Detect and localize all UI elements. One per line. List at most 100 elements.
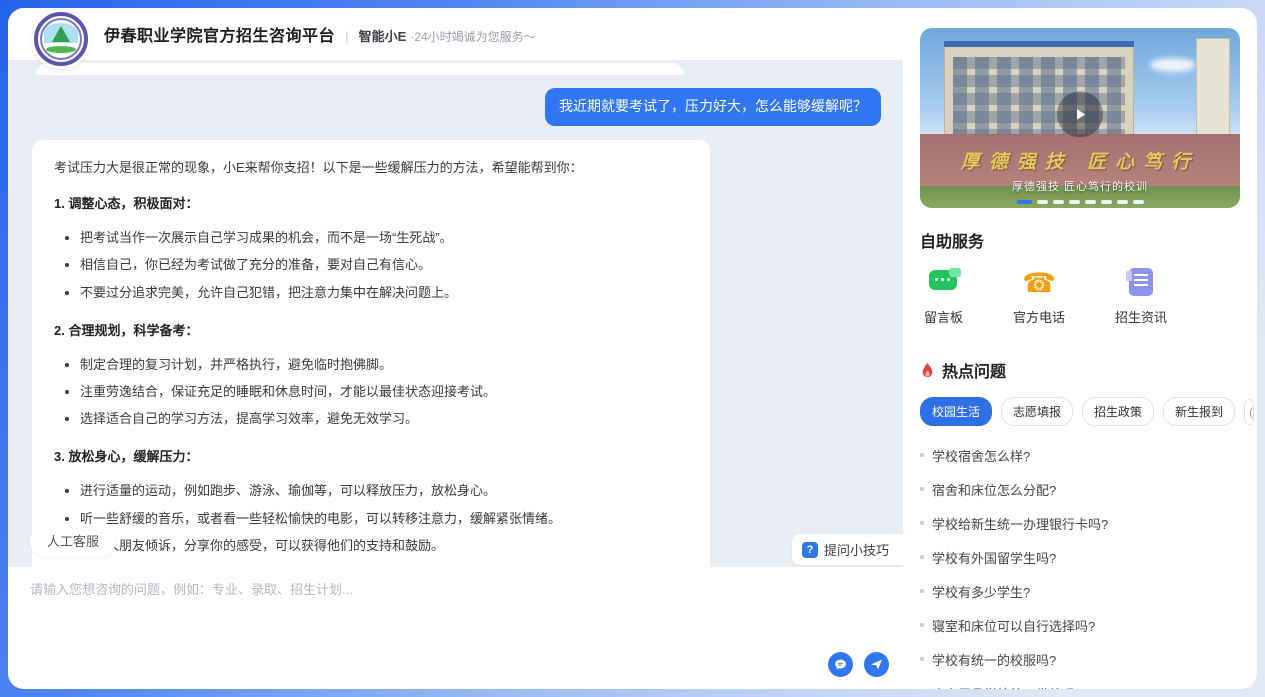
bot-name: 智能小E — [359, 26, 407, 45]
ai-bullet-list: 制定合理的复习计划，并严格执行，避免临时抱佛脚。注重劳逸结合，保证充足的睡眠和休… — [54, 355, 688, 429]
question-text: 床上用品学校统一发放吗? — [932, 684, 1082, 690]
hot-questions-title: 热点问题 — [942, 358, 1006, 382]
question-text: 学校有多少学生? — [932, 582, 1030, 601]
question-tips-button[interactable]: ? 提问小技巧 — [792, 534, 903, 565]
ai-section: 1. 调整心态，积极面对： 把考试当作一次展示自己学习成果的机会，而不是一场“生… — [54, 194, 688, 303]
carousel-dot[interactable] — [1069, 200, 1080, 204]
question-item[interactable]: 学校宿舍怎么样? — [920, 438, 1240, 472]
question-text: 学校宿舍怎么样? — [932, 446, 1030, 465]
ai-section-title: 2. 合理规划，科学备考： — [54, 321, 688, 341]
bullet-dot — [920, 521, 924, 525]
hot-question-tabs: 校园生活志愿填报招生政策新生报到 ( » — [920, 397, 1240, 426]
chat-column: 伊春职业学院官方招生咨询平台 | 智能小E ·24小时竭诚为您服务～ 我近期就要… — [8, 8, 903, 689]
question-item[interactable]: 寝室和床位可以自行选择吗? — [920, 608, 1240, 642]
question-text: 学校有统一的校服吗? — [932, 650, 1056, 669]
service-label: 留言板 — [924, 307, 963, 326]
ai-section: 3. 放松身心，缓解压力： 进行适量的运动，例如跑步、游泳、瑜伽等，可以释放压力… — [54, 447, 688, 556]
carousel-dot[interactable] — [1017, 200, 1032, 204]
service-item[interactable]: ☎ 官方电话 — [1013, 268, 1065, 326]
play-button[interactable] — [1057, 91, 1103, 137]
hot-question-tab[interactable]: 新生报到 — [1163, 397, 1235, 426]
ai-bullet-list: 进行适量的运动，例如跑步、游泳、瑜伽等，可以释放压力，放松身心。听一些舒缓的音乐… — [54, 481, 688, 555]
bullet-dot — [920, 657, 924, 661]
send-button[interactable] — [864, 652, 889, 677]
partial-previous-message — [36, 63, 684, 75]
service-label: 官方电话 — [1013, 307, 1065, 326]
chat-input-area — [8, 567, 903, 689]
question-item[interactable]: 床上用品学校统一发放吗? — [920, 676, 1240, 689]
flame-icon — [920, 362, 935, 379]
paper-plane-icon — [870, 658, 883, 671]
ai-sections: 1. 调整心态，积极面对： 把考试当作一次展示自己学习成果的机会，而不是一场“生… — [54, 194, 688, 567]
chat-mode-button[interactable] — [828, 652, 853, 677]
title-separator: | — [345, 28, 349, 44]
chat-bubble-icon — [834, 658, 847, 671]
question-item[interactable]: 学校有外国留学生吗? — [920, 540, 1240, 574]
service-icon — [927, 268, 961, 298]
school-logo — [34, 12, 88, 66]
ai-section-title: 3. 放松身心，缓解压力： — [54, 447, 688, 467]
question-text: 学校给新生统一办理银行卡吗? — [932, 514, 1108, 533]
carousel-dot[interactable] — [1117, 200, 1128, 204]
question-text: 寝室和床位可以自行选择吗? — [932, 616, 1095, 635]
hot-question-tab[interactable]: 校园生活 — [920, 397, 992, 426]
ai-intro-text: 考试压力大是很正常的现象，小E来帮你支招！以下是一些缓解压力的方法，希望能帮到你… — [54, 158, 688, 178]
ai-bullet: 注重劳逸结合，保证充足的睡眠和休息时间，才能以最佳状态迎接考试。 — [80, 382, 688, 402]
carousel-dot[interactable] — [1133, 200, 1144, 204]
play-icon — [1071, 105, 1089, 123]
ai-bullet: 与家人朋友倾诉，分享你的感受，可以获得他们的支持和鼓励。 — [80, 536, 688, 556]
question-text: 宿舍和床位怎么分配? — [932, 480, 1056, 499]
ai-bullet: 把考试当作一次展示自己学习成果的机会，而不是一场“生死战”。 — [80, 228, 688, 248]
carousel-dots — [920, 200, 1240, 204]
motto-banner-text: 厚德强技 匠心笃行 — [961, 147, 1199, 174]
question-item[interactable]: 学校有统一的校服吗? — [920, 642, 1240, 676]
hot-questions-header: 热点问题 — [920, 358, 1240, 382]
sidebar: 厚德强技 匠心笃行 厚德强技 匠心笃行的校训 自助服务 — [903, 8, 1257, 689]
carousel-dot[interactable] — [1101, 200, 1112, 204]
services-title: 自助服务 — [920, 228, 1240, 252]
carousel-dot[interactable] — [1085, 200, 1096, 204]
campus-building-image — [944, 46, 1134, 146]
ai-section: 2. 合理规划，科学备考： 制定合理的复习计划，并严格执行，避免临时抱佛脚。注重… — [54, 321, 688, 430]
ai-bullet: 进行适量的运动，例如跑步、游泳、瑜伽等，可以释放压力，放松身心。 — [80, 481, 688, 501]
service-icon — [1124, 268, 1158, 298]
chat-input[interactable] — [30, 579, 790, 649]
ai-bullet: 制定合理的复习计划，并严格执行，避免临时抱佛脚。 — [80, 355, 688, 375]
user-message-bubble: 我近期就要考试了，压力好大，怎么能够缓解呢？ — [545, 88, 881, 126]
hot-question-tab[interactable]: 志愿填报 — [1001, 397, 1073, 426]
question-tips-label: 提问小技巧 — [824, 540, 889, 559]
hot-question-tab-partial[interactable]: ( — [1244, 399, 1254, 425]
ai-bullet-list: 把考试当作一次展示自己学习成果的机会，而不是一场“生死战”。相信自己，你已经为考… — [54, 228, 688, 302]
bullet-dot — [920, 589, 924, 593]
main-window: 伊春职业学院官方招生咨询平台 | 智能小E ·24小时竭诚为您服务～ 我近期就要… — [8, 8, 1257, 689]
hot-question-tab[interactable]: 招生政策 — [1082, 397, 1154, 426]
service-items: 留言板 ☎ 官方电话 — [924, 268, 1236, 326]
carousel-dot[interactable] — [1053, 200, 1064, 204]
ai-message-bubble: 考试压力大是很正常的现象，小E来帮你支招！以下是一些缓解压力的方法，希望能帮到你… — [32, 140, 710, 567]
ai-bullet: 不要过分追求完美，允许自己犯错，把注意力集中在解决问题上。 — [80, 283, 688, 303]
question-item[interactable]: 学校给新生统一办理银行卡吗? — [920, 506, 1240, 540]
service-item[interactable]: 留言板 — [924, 268, 963, 326]
carousel-caption: 厚德强技 匠心笃行的校训 — [920, 178, 1240, 194]
campus-video-carousel[interactable]: 厚德强技 匠心笃行 厚德强技 匠心笃行的校训 — [920, 28, 1240, 208]
page-title: 伊春职业学院官方招生咨询平台 — [104, 22, 335, 46]
tree-icon — [52, 26, 70, 42]
bullet-dot — [920, 487, 924, 491]
bullet-dot — [920, 623, 924, 627]
bullet-dot — [920, 555, 924, 559]
question-mark-icon: ? — [802, 542, 818, 558]
human-agent-button[interactable]: 人工客服 — [30, 524, 116, 557]
service-item[interactable]: 招生资讯 — [1115, 268, 1167, 326]
question-list: 学校宿舍怎么样? 宿舍和床位怎么分配? 学校给新生统一办理银行卡吗? 学校有外国… — [920, 438, 1240, 689]
app-header: 伊春职业学院官方招生咨询平台 | 智能小E ·24小时竭诚为您服务～ — [8, 8, 903, 60]
question-text: 学校有外国留学生吗? — [932, 548, 1056, 567]
ai-bullet: 相信自己，你已经为考试做了充分的准备，要对自己有信心。 — [80, 255, 688, 275]
carousel-dot[interactable] — [1037, 200, 1048, 204]
ai-section-title: 1. 调整心态，积极面对： — [54, 194, 688, 214]
question-item[interactable]: 宿舍和床位怎么分配? — [920, 472, 1240, 506]
ai-bullet: 选择适合自己的学习方法，提高学习效率，避免无效学习。 — [80, 409, 688, 429]
service-label: 招生资讯 — [1115, 307, 1167, 326]
question-item[interactable]: 学校有多少学生? — [920, 574, 1240, 608]
chat-message-area[interactable]: 我近期就要考试了，压力好大，怎么能够缓解呢？ 考试压力大是很正常的现象，小E来帮… — [8, 60, 903, 567]
bullet-dot — [920, 453, 924, 457]
